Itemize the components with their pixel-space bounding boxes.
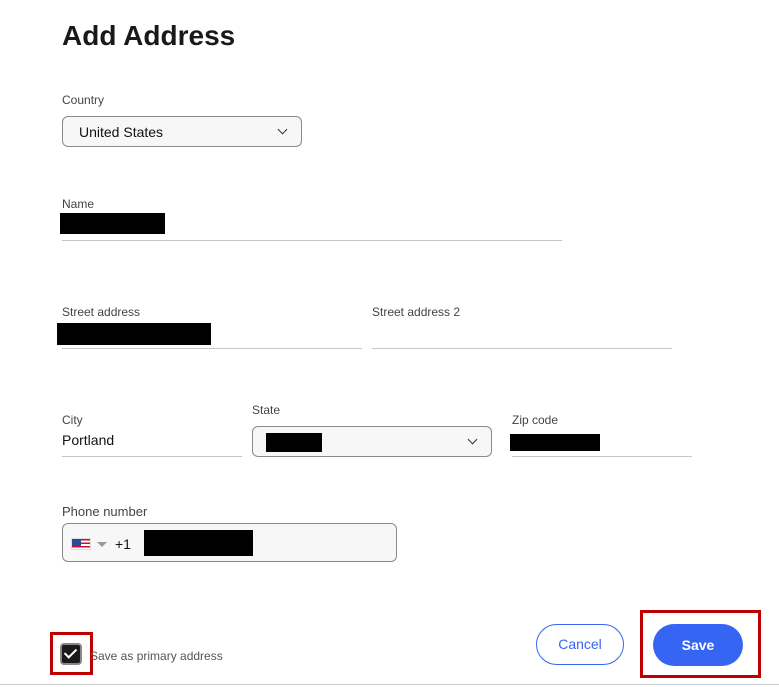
cancel-button[interactable]: Cancel [536,624,624,665]
zip-label: Zip code [512,413,559,427]
phone-number-value [144,530,253,556]
state-select[interactable] [252,426,492,457]
checkmark-icon [63,645,78,659]
city-underline [62,456,242,457]
street-field[interactable] [57,323,211,345]
caret-down-icon[interactable] [97,542,107,547]
street-underline [62,348,362,349]
primary-address-label: Save as primary address [90,649,223,663]
name-underline [62,240,562,241]
street2-label: Street address 2 [372,305,461,319]
street-label: Street address [62,305,141,319]
phone-label: Phone number [62,504,148,519]
zip-field[interactable] [510,434,600,451]
street2-field[interactable] [372,320,672,347]
country-select[interactable]: United States [62,116,302,147]
name-label: Name [62,197,95,211]
us-flag-icon[interactable] [71,538,91,550]
page-title: Add Address [62,20,236,51]
dial-code: +1 [115,536,131,552]
city-field[interactable]: Portland [62,432,114,448]
primary-address-checkbox[interactable] [60,643,82,665]
phone-input[interactable]: +1 [62,523,397,562]
state-label: State [252,403,281,417]
zip-underline [512,456,692,457]
street2-underline [372,348,672,349]
state-value [266,433,322,452]
name-field[interactable] [60,213,165,234]
country-label: Country [62,93,105,107]
country-value: United States [79,124,164,140]
city-label: City [62,413,83,427]
chevron-down-icon [467,434,478,445]
chevron-down-icon [277,124,288,135]
save-button[interactable]: Save [653,624,743,666]
divider [0,684,779,685]
